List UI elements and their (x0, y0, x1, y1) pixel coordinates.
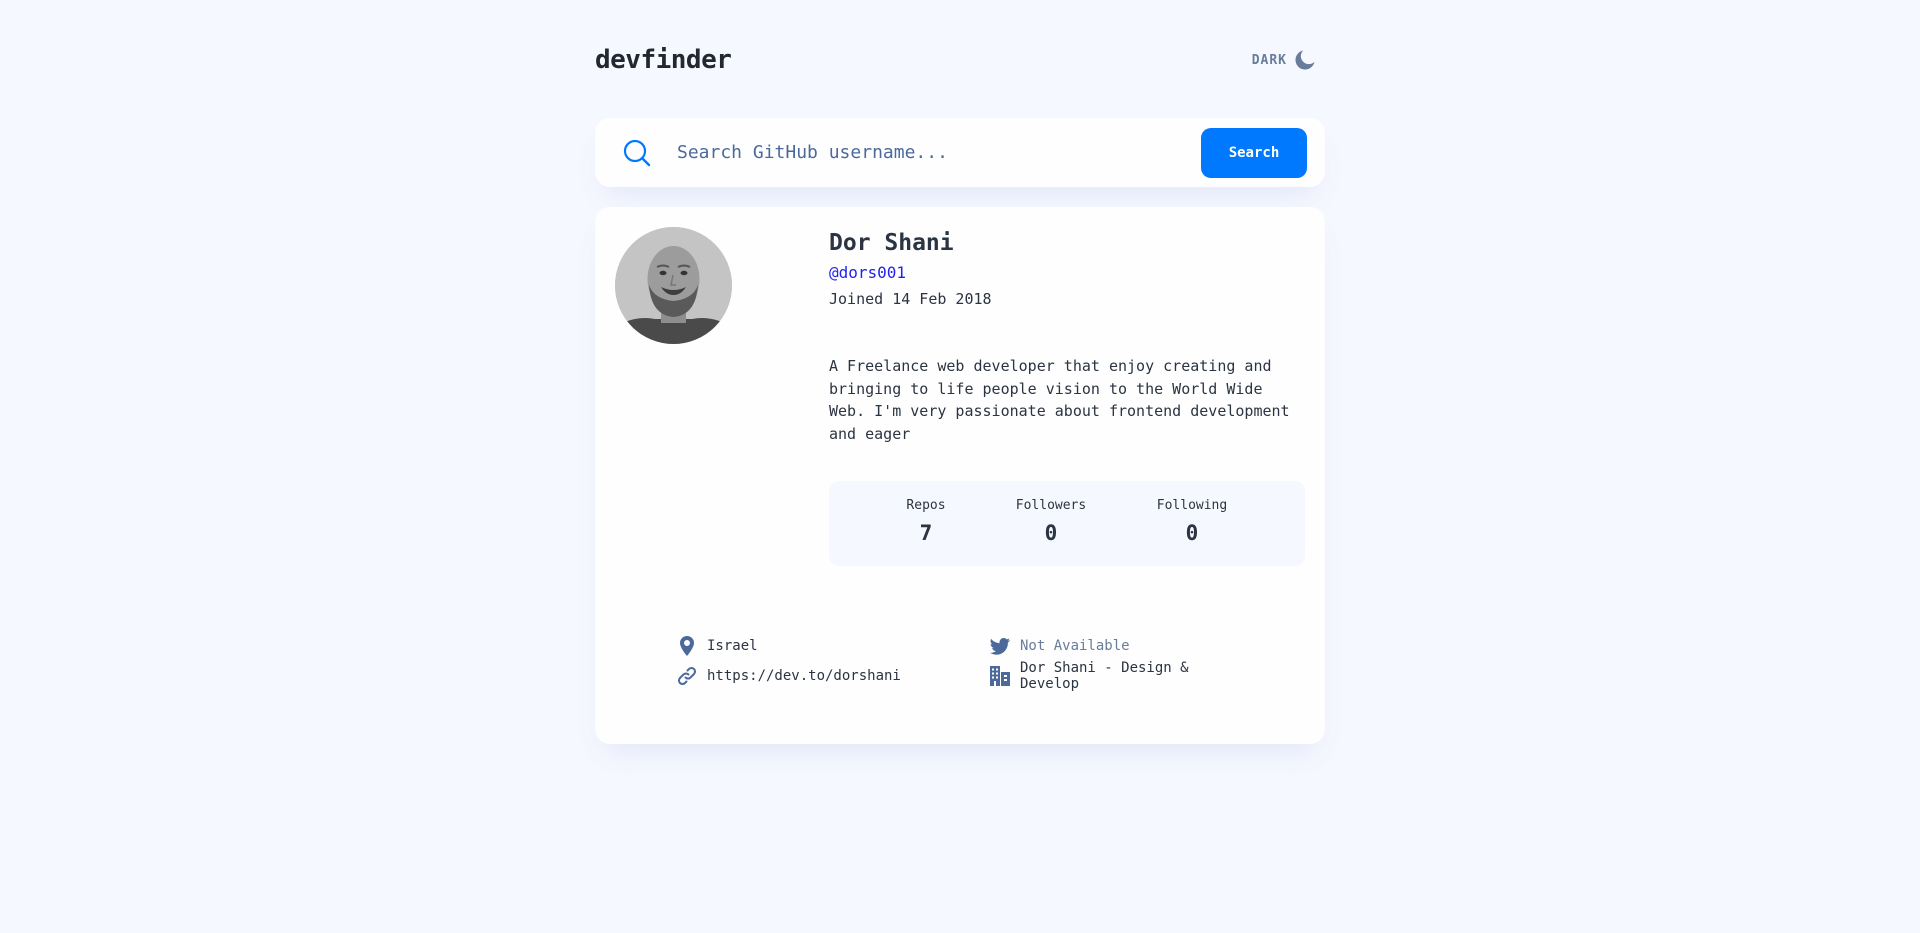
twitter-icon (990, 636, 1010, 656)
search-input[interactable] (675, 132, 1201, 173)
theme-toggle-label: DARK (1251, 52, 1287, 68)
stat-repos-value: 7 (919, 521, 933, 545)
blog-link[interactable]: https://dev.to/dorshani (707, 668, 901, 684)
profile-card: Dor Shani @dors001 Joined 14 Feb 2018 A … (595, 207, 1325, 744)
twitter-text: Not Available (1020, 638, 1130, 654)
search-icon (623, 139, 651, 167)
profile-login-link[interactable]: @dors001 (829, 263, 906, 283)
stat-repos: Repos 7 (906, 497, 945, 545)
profile-bio: A Freelance web developer that enjoy cre… (829, 357, 1290, 443)
app-container: devfinder DARK Search GitHub username...… (595, 40, 1325, 744)
moon-icon (1295, 50, 1315, 70)
stat-followers-label: Followers (1015, 498, 1087, 513)
stat-followers-value: 0 (1044, 521, 1058, 545)
theme-toggle-button[interactable]: DARK (1252, 50, 1315, 70)
company-item: Dor Shani - Design & Develop (990, 660, 1237, 692)
office-building-icon (990, 666, 1010, 686)
profile-links: Israel https://dev.to/dorshani Not Avail… (677, 635, 1237, 695)
location-item: Israel (677, 635, 758, 657)
blog-item[interactable]: https://dev.to/dorshani (677, 665, 901, 687)
avatar (615, 227, 732, 344)
stat-repos-label: Repos (906, 498, 946, 513)
app-logo: devfinder (595, 45, 732, 75)
link-icon (677, 666, 697, 686)
location-pin-icon (677, 636, 697, 656)
twitter-item: Not Available (990, 635, 1130, 657)
location-text: Israel (707, 638, 758, 654)
stat-following: Following 0 (1157, 497, 1227, 545)
stats-panel: Repos 7 Followers 0 Following 0 (829, 481, 1305, 566)
stat-followers: Followers 0 (1016, 497, 1086, 545)
search-bar: Search (595, 118, 1325, 187)
header: devfinder DARK (595, 40, 1325, 80)
profile-name: Dor Shani (829, 230, 954, 256)
profile-details: Dor Shani @dors001 Joined 14 Feb 2018 A … (829, 227, 1305, 566)
search-button[interactable]: Search (1201, 127, 1307, 178)
stat-following-value: 0 (1185, 521, 1199, 545)
avatar-photo (615, 227, 732, 344)
profile-joined-date: Joined 14 Feb 2018 (829, 290, 992, 308)
stat-following-label: Following (1156, 498, 1228, 513)
company-text: Dor Shani - Design & Develop (1020, 660, 1189, 692)
